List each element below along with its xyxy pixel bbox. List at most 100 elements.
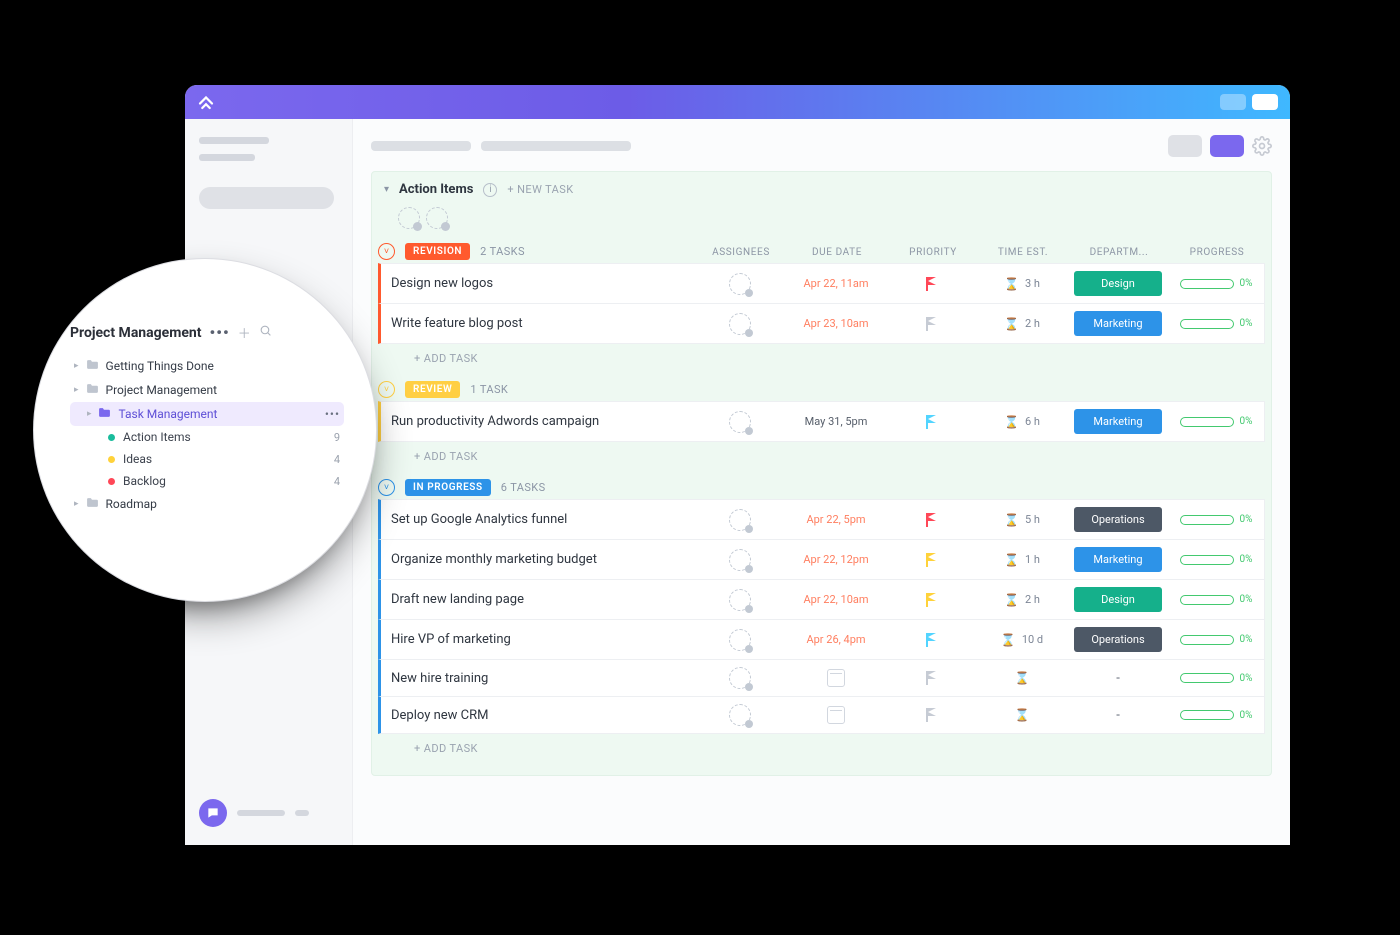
assignee-avatar[interactable] bbox=[729, 549, 751, 571]
task-row[interactable]: Organize monthly marketing budgetApr 22,… bbox=[378, 539, 1265, 580]
collapse-group-button[interactable]: ˅ bbox=[378, 243, 395, 260]
task-row[interactable]: Hire VP of marketing Apr 26, 4pm ⌛10 d Oper… bbox=[378, 619, 1265, 660]
status-badge[interactable]: IN PROGRESS bbox=[405, 479, 491, 496]
new-task-button[interactable]: + NEW TASK bbox=[507, 183, 573, 196]
toolbar-button[interactable] bbox=[1210, 135, 1244, 157]
task-name: Draft new landing page bbox=[391, 592, 692, 607]
chevron-down-icon[interactable]: ▾ bbox=[384, 184, 389, 195]
time-estimate[interactable]: ⌛2 h bbox=[980, 593, 1064, 607]
add-task-button[interactable]: + ADD TASK bbox=[378, 734, 1265, 759]
list-color-icon bbox=[108, 478, 115, 485]
hourglass-icon[interactable]: ⌛ bbox=[1015, 671, 1030, 685]
department-tag[interactable]: Marketing bbox=[1074, 311, 1162, 336]
priority-flag-icon[interactable] bbox=[926, 633, 938, 647]
time-estimate[interactable]: ⌛1 h bbox=[980, 553, 1064, 567]
calendar-icon[interactable] bbox=[827, 706, 845, 724]
priority-flag-icon[interactable] bbox=[926, 317, 938, 331]
task-row[interactable]: New hire training⌛-0% bbox=[378, 659, 1265, 697]
due-date[interactable]: Apr 22, 11am bbox=[803, 277, 868, 290]
department-tag[interactable]: - bbox=[1116, 708, 1120, 723]
time-estimate[interactable]: ⌛2 h bbox=[980, 317, 1064, 331]
collapse-group-button[interactable]: ˅ bbox=[378, 479, 395, 496]
sidebar-folder[interactable]: ▸Roadmap bbox=[70, 492, 344, 516]
more-icon[interactable]: ••• bbox=[325, 407, 340, 421]
search-icon[interactable] bbox=[259, 324, 272, 341]
progress: 0% bbox=[1172, 554, 1260, 565]
priority-filter-icon[interactable] bbox=[398, 207, 420, 229]
department-tag[interactable]: Design bbox=[1074, 587, 1162, 612]
calendar-icon[interactable] bbox=[827, 669, 845, 687]
department-tag[interactable]: Operations bbox=[1074, 507, 1162, 532]
department-tag[interactable]: - bbox=[1116, 671, 1120, 686]
sidebar-list[interactable]: Ideas4 bbox=[70, 448, 344, 470]
list-count: 4 bbox=[334, 475, 340, 488]
assignee-filter-icon[interactable] bbox=[426, 207, 448, 229]
due-date[interactable]: Apr 23, 10am bbox=[803, 317, 868, 330]
priority-flag-icon[interactable] bbox=[926, 671, 938, 685]
due-date[interactable]: Apr 26, 4pm bbox=[806, 633, 865, 646]
more-icon[interactable]: ••• bbox=[209, 323, 229, 342]
task-row[interactable]: Design new logosApr 22, 11am⌛3 hDesign0% bbox=[378, 263, 1265, 304]
assignee-avatar[interactable] bbox=[729, 704, 751, 726]
sidebar-folder[interactable]: ▸Task Management••• bbox=[70, 402, 344, 426]
task-row[interactable]: Run productivity Adwords campaignMay 31,… bbox=[378, 401, 1265, 442]
assignee-avatar[interactable] bbox=[729, 629, 751, 651]
status-badge[interactable]: REVIEW bbox=[405, 381, 460, 398]
due-date[interactable]: Apr 22, 12pm bbox=[803, 553, 868, 566]
priority-flag-icon[interactable] bbox=[926, 277, 938, 291]
collapse-group-button[interactable]: ˅ bbox=[378, 381, 395, 398]
sidebar-folder[interactable]: ▸Getting Things Done bbox=[70, 354, 344, 378]
assignee-avatar[interactable] bbox=[729, 313, 751, 335]
time-estimate[interactable]: ⌛3 h bbox=[980, 277, 1064, 291]
task-row[interactable]: Deploy new CRM⌛-0% bbox=[378, 696, 1265, 734]
chevron-right-icon: ▸ bbox=[74, 499, 79, 509]
department-tag[interactable]: Marketing bbox=[1074, 409, 1162, 434]
chevron-right-icon: ▸ bbox=[74, 361, 79, 371]
due-date[interactable]: Apr 22, 10am bbox=[803, 593, 868, 606]
task-row[interactable]: Set up Google Analytics funnelApr 22, 5p… bbox=[378, 499, 1265, 540]
toolbar-button[interactable] bbox=[1168, 135, 1202, 157]
department-tag[interactable]: Marketing bbox=[1074, 547, 1162, 572]
chat-button[interactable] bbox=[199, 799, 227, 827]
assignee-avatar[interactable] bbox=[729, 411, 751, 433]
assignee-avatar[interactable] bbox=[729, 589, 751, 611]
task-name: Hire VP of marketing bbox=[391, 632, 692, 647]
sidebar-list[interactable]: Action Items9 bbox=[70, 426, 344, 448]
info-icon[interactable]: i bbox=[483, 183, 497, 197]
search-input[interactable] bbox=[199, 187, 334, 209]
assignee-avatar[interactable] bbox=[729, 667, 751, 689]
priority-flag-icon[interactable] bbox=[926, 593, 938, 607]
status-badge[interactable]: REVISION bbox=[405, 243, 470, 260]
sidebar-list[interactable]: Backlog4 bbox=[70, 470, 344, 492]
progress: 0% bbox=[1172, 673, 1260, 684]
priority-flag-icon[interactable] bbox=[926, 415, 938, 429]
time-estimate[interactable]: ⌛6 h bbox=[980, 415, 1064, 429]
time-estimate[interactable]: ⌛5 h bbox=[980, 513, 1064, 527]
department-tag[interactable]: Design bbox=[1074, 271, 1162, 296]
time-estimate[interactable]: ⌛10 d bbox=[980, 633, 1064, 647]
progress: 0% bbox=[1172, 710, 1260, 721]
department-tag[interactable]: Operations bbox=[1074, 627, 1162, 652]
task-count: 1 TASK bbox=[470, 383, 508, 396]
time-estimate[interactable]: ⌛ bbox=[980, 671, 1064, 685]
plus-icon[interactable]: ＋ bbox=[238, 323, 251, 342]
sidebar-zoom-lens: Project Management ••• ＋ ▸Getting Things… bbox=[40, 265, 370, 595]
hourglass-icon[interactable]: ⌛ bbox=[1015, 708, 1030, 722]
due-date[interactable]: Apr 22, 5pm bbox=[806, 513, 865, 526]
assignee-avatar[interactable] bbox=[729, 273, 751, 295]
due-date[interactable]: May 31, 5pm bbox=[805, 415, 868, 428]
priority-flag-icon[interactable] bbox=[926, 708, 938, 722]
titlebar-button[interactable] bbox=[1252, 94, 1278, 110]
gear-icon[interactable] bbox=[1252, 136, 1272, 156]
assignee-avatar[interactable] bbox=[729, 509, 751, 531]
list-panel: ▾ Action Items i + NEW TASK ˅REVISION2 T… bbox=[371, 171, 1272, 776]
time-estimate[interactable]: ⌛ bbox=[980, 708, 1064, 722]
task-row[interactable]: Draft new landing page Apr 22, 10am ⌛2 h De… bbox=[378, 579, 1265, 620]
titlebar-button[interactable] bbox=[1220, 94, 1246, 110]
add-task-button[interactable]: + ADD TASK bbox=[378, 442, 1265, 467]
task-row[interactable]: Write feature blog postApr 23, 10am⌛2 hM… bbox=[378, 303, 1265, 344]
add-task-button[interactable]: + ADD TASK bbox=[378, 344, 1265, 369]
priority-flag-icon[interactable] bbox=[926, 553, 938, 567]
sidebar-folder[interactable]: ▸Project Management bbox=[70, 378, 344, 402]
priority-flag-icon[interactable] bbox=[926, 513, 938, 527]
